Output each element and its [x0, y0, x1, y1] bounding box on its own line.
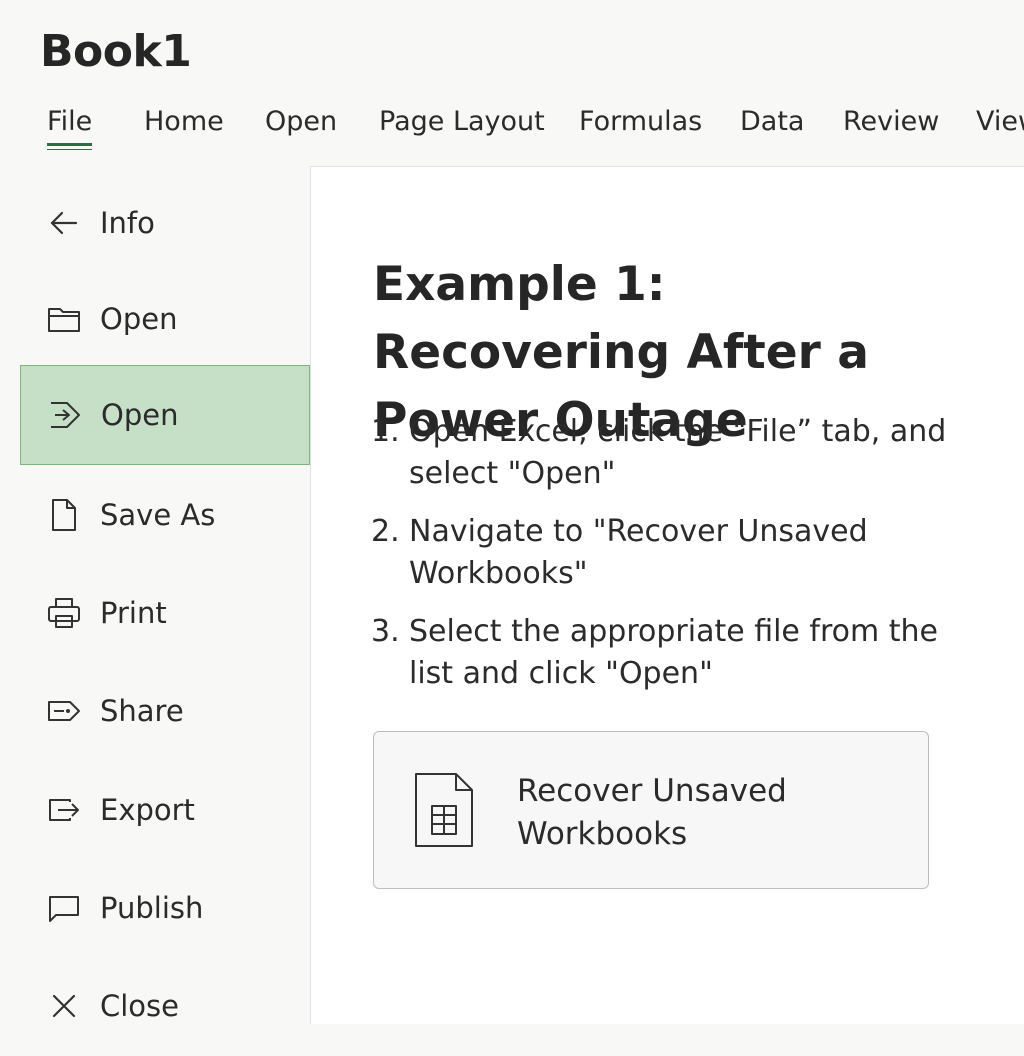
- publish-icon: [44, 888, 84, 928]
- sidebar-item-publish[interactable]: Publish: [20, 858, 310, 958]
- step-number: 1.: [371, 414, 400, 449]
- tab-formulas[interactable]: Formulas: [579, 106, 702, 143]
- tab-data[interactable]: Data: [740, 106, 804, 143]
- list-item: 1. Open Excel, click the "File” tab, and…: [371, 411, 971, 495]
- ribbon-tabs: File Home Open Page Layout Formulas Data…: [0, 106, 1024, 156]
- tab-view[interactable]: View: [976, 106, 1024, 143]
- open-arrow-icon: [45, 395, 85, 435]
- sidebar-item-label: Info: [100, 206, 155, 240]
- sidebar-item-open[interactable]: Open: [20, 269, 310, 369]
- content-pane: Example 1: Recovering After a Power Outa…: [310, 166, 1024, 1024]
- list-item: 2. Navigate to "Recover Unsaved Workbook…: [371, 511, 971, 595]
- sidebar-item-label: Export: [100, 793, 195, 827]
- sidebar-item-label: Close: [100, 989, 179, 1023]
- tab-open[interactable]: Open: [265, 106, 337, 143]
- backstage-sidebar: Info Open Open Save As Print Share Expor…: [0, 166, 310, 1024]
- sidebar-item-info[interactable]: Info: [20, 173, 310, 273]
- printer-icon: [44, 593, 84, 633]
- sidebar-item-print[interactable]: Print: [20, 563, 310, 663]
- step-number: 3.: [371, 614, 400, 649]
- sidebar-item-label: Publish: [100, 891, 204, 925]
- sidebar-item-label: Open: [100, 302, 178, 336]
- folder-icon: [44, 299, 84, 339]
- sidebar-item-label: Share: [100, 694, 184, 728]
- step-text: Navigate to "Recover Unsaved Workbooks": [409, 514, 868, 591]
- tab-review[interactable]: Review: [843, 106, 939, 143]
- document-icon: [44, 495, 84, 535]
- step-number: 2.: [371, 514, 400, 549]
- sidebar-item-share[interactable]: Share: [20, 661, 310, 761]
- close-icon: [44, 986, 84, 1026]
- sidebar-item-close[interactable]: Close: [20, 956, 310, 1056]
- export-icon: [44, 790, 84, 830]
- spreadsheet-file-icon: [412, 772, 476, 848]
- window-title: Book1: [40, 26, 192, 77]
- list-item: 3. Select the appropriate file from the …: [371, 611, 971, 695]
- sidebar-item-label: Open: [101, 398, 179, 432]
- steps-list: 1. Open Excel, click the "File” tab, and…: [371, 411, 971, 711]
- recover-button-label: Recover Unsaved Workbooks: [517, 773, 787, 852]
- tab-file[interactable]: File: [47, 106, 93, 150]
- back-arrow-icon: [44, 203, 84, 243]
- sidebar-item-export[interactable]: Export: [20, 760, 310, 860]
- sidebar-item-save-as[interactable]: Save As: [20, 465, 310, 565]
- recover-unsaved-workbooks-button[interactable]: Recover Unsaved Workbooks: [373, 731, 929, 889]
- sidebar-item-label: Save As: [100, 498, 216, 532]
- tab-page-layout[interactable]: Page Layout: [379, 106, 545, 143]
- share-icon: [44, 691, 84, 731]
- sidebar-item-label: Print: [100, 596, 167, 630]
- tab-home[interactable]: Home: [144, 106, 224, 143]
- sidebar-item-open-selected[interactable]: Open: [20, 365, 310, 465]
- step-text: Open Excel, click the "File” tab, and se…: [409, 414, 947, 491]
- step-text: Select the appropriate file from the lis…: [409, 614, 939, 691]
